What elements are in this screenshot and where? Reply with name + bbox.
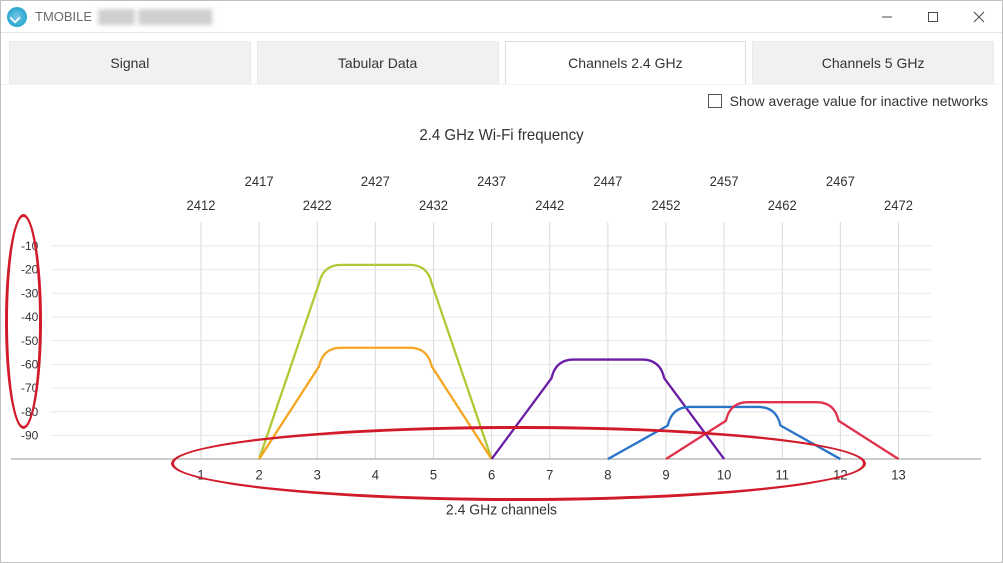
svg-text:-20: -20 [21,263,39,277]
window-title-extra: ████ ████████ [98,9,212,24]
svg-text:1: 1 [197,467,204,482]
svg-text:2452: 2452 [652,198,681,213]
svg-text:2467: 2467 [826,174,855,189]
svg-text:2447: 2447 [593,174,622,189]
svg-text:2472: 2472 [884,198,913,213]
svg-text:8: 8 [604,467,611,482]
svg-text:2422: 2422 [303,198,332,213]
svg-text:-60: -60 [21,357,39,371]
svg-text:-90: -90 [21,428,39,442]
minimize-icon [881,11,893,23]
svg-text:13: 13 [891,467,905,482]
svg-text:2442: 2442 [535,198,564,213]
tab-signal[interactable]: Signal [9,41,251,84]
app-logo-icon [7,7,27,27]
tabs: Signal Tabular Data Channels 2.4 GHz Cha… [1,33,1002,85]
maximize-button[interactable] [910,1,956,32]
svg-text:11: 11 [775,467,789,482]
svg-text:2462: 2462 [768,198,797,213]
svg-text:2432: 2432 [419,198,448,213]
tab-label: Tabular Data [338,55,417,71]
svg-text:9: 9 [662,467,669,482]
svg-text:2.4 GHz Wi-Fi frequency: 2.4 GHz Wi-Fi frequency [419,127,584,144]
minimize-button[interactable] [864,1,910,32]
options-row: Show average value for inactive networks [1,85,1002,109]
svg-text:2457: 2457 [710,174,739,189]
svg-text:2437: 2437 [477,174,506,189]
svg-text:3: 3 [314,467,321,482]
tab-channels-2-4ghz[interactable]: Channels 2.4 GHz [505,41,747,84]
close-button[interactable] [956,1,1002,32]
svg-text:-50: -50 [21,334,39,348]
close-icon [973,11,985,23]
window-controls [864,1,1002,32]
show-average-label: Show average value for inactive networks [730,93,988,109]
svg-text:2417: 2417 [245,174,274,189]
svg-text:7: 7 [546,467,553,482]
svg-text:-80: -80 [21,405,39,419]
svg-text:10: 10 [717,467,731,482]
wifi-channel-chart: 2.4 GHz Wi-Fi frequency -10 -20 -30 -40 -50 -6… [1,109,1002,562]
tab-label: Channels 5 GHz [822,55,925,71]
app-window: TMOBILE ████ ████████ Signal Tabular Dat… [0,0,1003,563]
tab-tabular-data[interactable]: Tabular Data [257,41,499,84]
svg-text:5: 5 [430,467,437,482]
svg-text:6: 6 [488,467,495,482]
titlebar: TMOBILE ████ ████████ [1,1,1002,33]
svg-text:-30: -30 [21,286,39,300]
svg-text:-40: -40 [21,310,39,324]
show-average-checkbox[interactable] [708,94,722,108]
tab-channels-5ghz[interactable]: Channels 5 GHz [752,41,994,84]
svg-text:2427: 2427 [361,174,390,189]
svg-text:2.4 GHz channels: 2.4 GHz channels [446,502,557,518]
chart-area: 2.4 GHz Wi-Fi frequency -10 -20 -30 -40 -50 -6… [1,109,1002,562]
tab-label: Channels 2.4 GHz [568,55,682,71]
tab-label: Signal [110,55,149,71]
svg-text:2: 2 [256,467,263,482]
svg-text:4: 4 [372,467,379,482]
window-title: TMOBILE [35,9,92,24]
svg-text:-10: -10 [21,239,39,253]
svg-text:-70: -70 [21,381,39,395]
svg-text:2412: 2412 [187,198,216,213]
svg-text:12: 12 [833,467,847,482]
maximize-icon [927,11,939,23]
